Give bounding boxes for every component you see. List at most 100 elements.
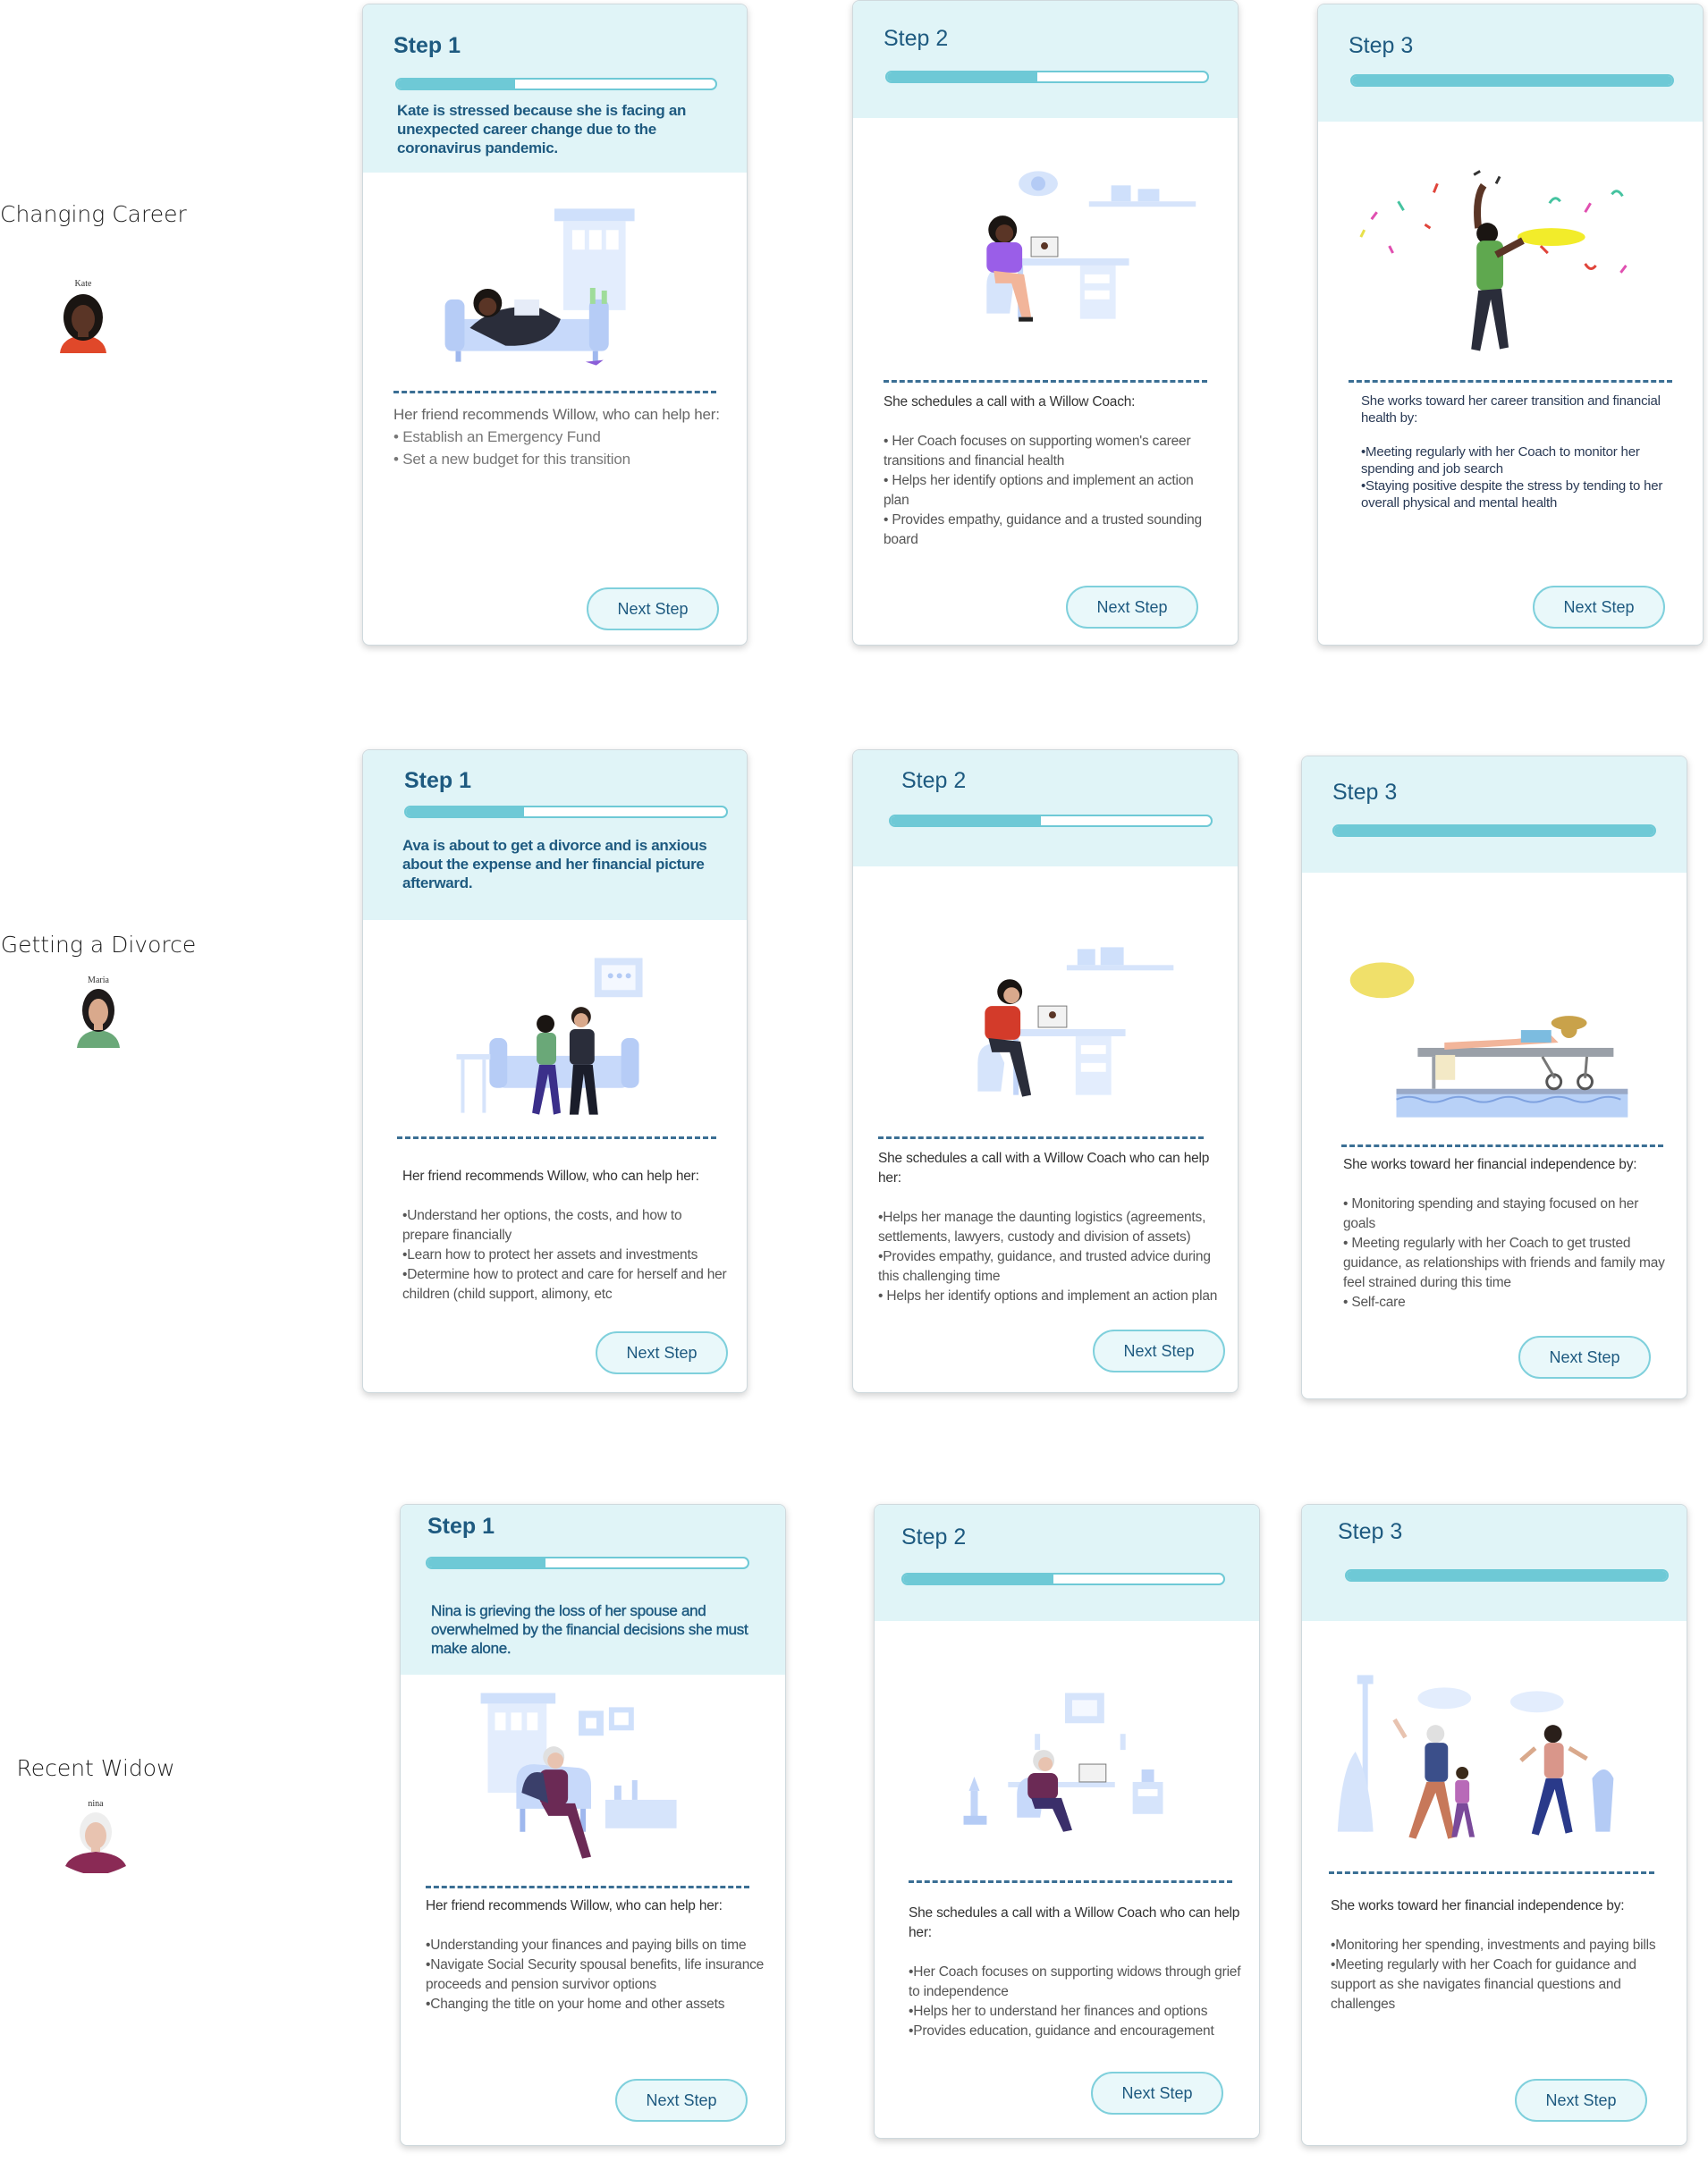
step-body: Her friend recommends Willow, who can he… xyxy=(393,403,729,470)
card-header xyxy=(853,1,1238,118)
progress-fill xyxy=(406,807,525,816)
progress-fill xyxy=(427,1558,546,1567)
persona-recent-widow: Recent Widow nina xyxy=(0,1755,191,1873)
next-step-button[interactable]: Next Step xyxy=(1066,586,1198,629)
woman-on-video-call-illustration xyxy=(977,947,1174,1097)
step-body: She works toward her financial independe… xyxy=(1331,1896,1669,2014)
progress-bar xyxy=(1350,74,1674,87)
scenario-description: Ava is about to get a divorce and is anx… xyxy=(402,837,707,891)
benefit-list: •Meeting regularly with her Coach to mon… xyxy=(1361,443,1685,511)
step-card: Step 1 Kate is stressed because she is f… xyxy=(362,4,748,646)
body-intro: She schedules a call with a Willow Coach… xyxy=(884,394,1136,410)
list-item: • Establish an Emergency Fund xyxy=(393,428,601,445)
divider xyxy=(909,1880,1232,1883)
benefit-list: • Monitoring spending and staying focuse… xyxy=(1343,1195,1669,1313)
list-item: •Monitoring her spending, investments an… xyxy=(1331,1938,1656,1953)
step-body: Her friend recommends Willow, who can he… xyxy=(402,1167,729,1305)
divider xyxy=(1329,1871,1654,1874)
body-intro: She schedules a call with a Willow Coach… xyxy=(878,1151,1210,1186)
progress-bar xyxy=(395,78,717,90)
list-item: • Set a new budget for this transition xyxy=(393,451,630,468)
list-item: •Changing the title on your home and oth… xyxy=(426,1997,725,2012)
step-card: Step 3 She works toward her financial in… xyxy=(1301,1504,1687,2146)
list-item: • Self-care xyxy=(1343,1295,1406,1310)
list-item: •Navigate Social Security spousal benefi… xyxy=(426,1957,765,1992)
next-step-button[interactable]: Next Step xyxy=(1533,586,1665,629)
progress-bar xyxy=(1345,1569,1669,1582)
list-item: •Provides empathy, guidance, and trusted… xyxy=(878,1249,1211,1284)
progress-bar xyxy=(901,1573,1225,1585)
body-intro: Her friend recommends Willow, who can he… xyxy=(402,1169,699,1184)
benefit-list: •Understand her options, the costs, and … xyxy=(402,1206,729,1305)
benefit-list: •Helps her manage the daunting logistics… xyxy=(878,1208,1220,1306)
next-step-button[interactable]: Next Step xyxy=(1091,2072,1223,2115)
card-header xyxy=(1318,4,1703,122)
divider xyxy=(426,1886,749,1888)
divider xyxy=(397,1136,716,1139)
step-label: Step 3 xyxy=(1349,33,1414,58)
woman-on-couch-illustration xyxy=(444,208,635,366)
list-item: •Understand her options, the costs, and … xyxy=(402,1208,682,1243)
progress-fill xyxy=(891,816,1042,825)
persona-title: Changing Career xyxy=(0,201,187,227)
body-intro: She works toward her financial independe… xyxy=(1343,1157,1637,1172)
step-body: She schedules a call with a Willow Coach… xyxy=(884,393,1220,550)
next-step-button[interactable]: Next Step xyxy=(587,587,719,630)
avatar-icon xyxy=(65,1812,126,1873)
benefit-list: •Monitoring her spending, investments an… xyxy=(1331,1936,1669,2014)
step-card: Step 3 She works toward her financial in… xyxy=(1301,756,1687,1399)
persona-name: Maria xyxy=(88,975,109,985)
step-label: Step 1 xyxy=(404,768,472,793)
divider xyxy=(878,1136,1204,1139)
next-step-button[interactable]: Next Step xyxy=(615,2079,748,2122)
couple-on-couch-illustration xyxy=(456,958,643,1115)
list-item: • Helps her identify options and impleme… xyxy=(878,1288,1218,1304)
widow-in-armchair-illustration xyxy=(480,1693,677,1859)
step-body: She schedules a call with a Willow Coach… xyxy=(878,1149,1220,1306)
step-label: Step 1 xyxy=(393,33,461,58)
body-intro: She works toward her career transition a… xyxy=(1361,393,1661,426)
next-step-button[interactable]: Next Step xyxy=(1093,1330,1225,1372)
step-card: Step 1 Nina is grieving the loss of her … xyxy=(400,1504,786,2146)
scenario-description: Kate is stressed because she is facing a… xyxy=(397,102,687,156)
step-label: Step 2 xyxy=(901,768,967,793)
next-step-button[interactable]: Next Step xyxy=(1515,2079,1647,2122)
persona-name: nina xyxy=(88,1799,104,1809)
woman-on-laptop-illustration xyxy=(986,171,1196,322)
next-step-button[interactable]: Next Step xyxy=(1518,1336,1651,1379)
divider xyxy=(393,391,716,393)
progress-fill xyxy=(1347,1571,1667,1580)
body-intro: Her friend recommends Willow, who can he… xyxy=(393,406,720,423)
step-label: Step 3 xyxy=(1332,780,1398,805)
step-label: Step 2 xyxy=(901,1524,967,1550)
step-body: She works toward her career transition a… xyxy=(1361,393,1685,511)
list-item: • Monitoring spending and staying focuse… xyxy=(1343,1196,1639,1231)
list-item: •Her Coach focuses on supporting widows … xyxy=(909,1964,1241,1999)
next-step-button[interactable]: Next Step xyxy=(596,1331,728,1374)
family-walking-outdoors-illustration xyxy=(1337,1675,1614,1839)
step-label: Step 3 xyxy=(1338,1519,1403,1544)
persona-getting-divorce: Getting a Divorce Maria xyxy=(0,932,197,1048)
list-item: •Meeting regularly with her Coach for gu… xyxy=(1331,1957,1636,2012)
list-item: • Provides empathy, guidance and a trust… xyxy=(884,512,1202,547)
list-item: •Understanding your finances and paying … xyxy=(426,1938,747,1953)
list-item: •Learn how to protect her assets and inv… xyxy=(402,1247,698,1263)
widow-on-video-call-illustration xyxy=(963,1693,1163,1832)
benefit-list: •Understanding your finances and paying … xyxy=(426,1936,767,2014)
persona-name: Kate xyxy=(74,279,92,289)
avatar-icon xyxy=(77,989,120,1048)
celebration-illustration xyxy=(1359,170,1628,351)
list-item: •Meeting regularly with her Coach to mon… xyxy=(1361,444,1640,477)
list-item: •Provides education, guidance and encour… xyxy=(909,2023,1214,2039)
divider xyxy=(1349,380,1672,383)
progress-bar xyxy=(404,806,728,818)
list-item: • Meeting regularly with her Coach to ge… xyxy=(1343,1236,1665,1290)
progress-bar xyxy=(889,815,1213,827)
benefit-list: • Her Coach focuses on supporting women'… xyxy=(884,432,1220,550)
persona-changing-career: Changing Career Kate xyxy=(0,201,187,353)
scenario-description: Nina is grieving the loss of her spouse … xyxy=(431,1602,748,1657)
list-item: •Staying positive despite the stress by … xyxy=(1361,478,1663,511)
body-intro: She schedules a call with a Willow Coach… xyxy=(909,1905,1240,1940)
divider xyxy=(1341,1144,1663,1147)
step-card: Step 3 She works toward her career trans… xyxy=(1317,4,1704,646)
